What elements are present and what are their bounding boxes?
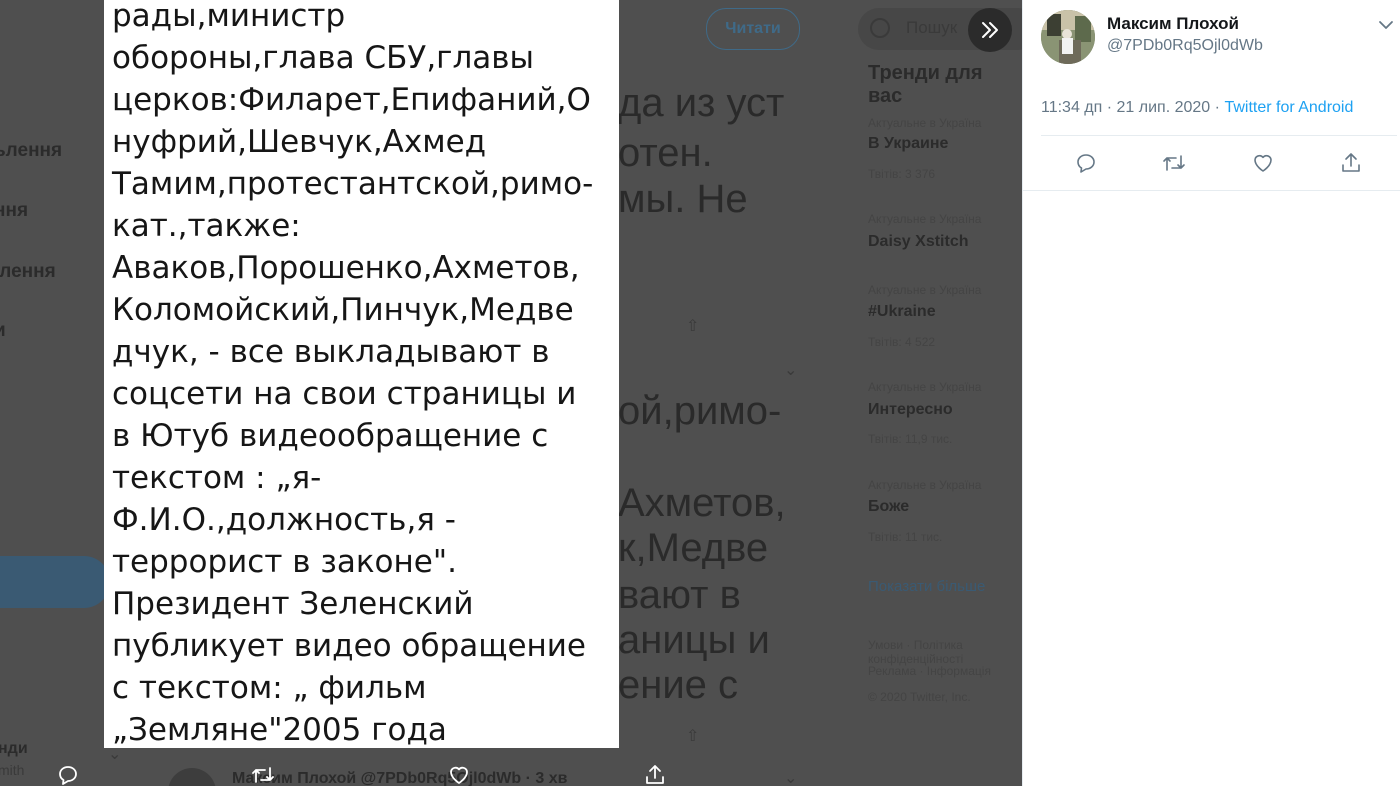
bg-share-icon: ⇧: [686, 316, 699, 336]
bg-chevron-down-icon: ⌄: [784, 768, 797, 786]
bg-follow-button: Читати: [706, 8, 800, 50]
bg-trend-count: Твітів: 11,9 тис.: [868, 432, 952, 446]
tweet-source-link[interactable]: Twitter for Android: [1224, 99, 1353, 116]
bg-search-placeholder: Пошук: [906, 18, 957, 38]
media-image[interactable]: рады,министробороны,глава СБУ,главыцерко…: [104, 0, 619, 748]
bg-nav-item: ілення: [0, 261, 56, 283]
bg-trend-meta: Актуальне в Україна: [868, 116, 981, 130]
bg-tweet-text-line: ение с: [618, 662, 738, 708]
tweet-date[interactable]: 21 лип. 2020: [1117, 99, 1211, 116]
author-name[interactable]: Максим Плохой: [1107, 14, 1239, 34]
bg-trends-title: Тренди для вас: [868, 62, 1022, 108]
bg-trend-name: #Ukraine: [868, 303, 936, 321]
separator: ·: [1215, 99, 1220, 116]
bg-account-name: нди: [0, 740, 28, 758]
bg-footer-line: Умови · Політика конфіденційності: [868, 638, 1022, 666]
media-text-line: публикует видео обращение: [112, 625, 619, 667]
media-text-line: „Земляне"2005 года: [112, 709, 619, 748]
tweet-detail-panel: Максим Плохой @7PDb0Rq5Ojl0dWb 11:34 дп …: [1022, 0, 1400, 786]
collapse-icon: [978, 18, 1002, 42]
bg-trend-name: Интересно: [868, 401, 953, 419]
bg-tweet-text-line: Ахметов,: [618, 480, 786, 526]
share-icon: [643, 763, 667, 787]
separator: ·: [1107, 99, 1112, 116]
media-text-line: дчук, - все выкладывают в: [112, 331, 619, 373]
bg-tweet-text-line: отен.: [618, 130, 713, 176]
chevron-down-icon: [1375, 14, 1397, 36]
bg-tweet-text-line: вают в: [618, 572, 741, 618]
bg-tweet-text-line: да из уст: [618, 80, 784, 126]
avatar[interactable]: [1041, 10, 1095, 64]
author-handle[interactable]: @7PDb0Rq5Ojl0dWb: [1107, 37, 1263, 55]
bg-trend-meta: Актуальне в Україна: [868, 478, 981, 492]
bg-nav-item: ьлення: [0, 140, 62, 162]
collapse-panel-button[interactable]: [968, 8, 1012, 52]
bg-nav-item: ння: [0, 200, 28, 222]
media-text-line: Ф.И.О.,должность,я -: [112, 499, 619, 541]
bg-avatar: [168, 768, 216, 786]
divider: [1023, 190, 1400, 191]
bg-trend-meta: Актуальне в Україна: [868, 380, 981, 394]
media-text-line: рады,министр: [112, 0, 619, 37]
bg-nav-item: и: [0, 320, 6, 342]
bg-tweet-button: [0, 556, 110, 608]
media-text-line: Аваков,Порошенко,Ахметов,: [112, 247, 619, 289]
bg-tweet-text-line: к,Медве: [618, 525, 768, 571]
media-text-line: нуфрий,Шевчук,Ахмед: [112, 121, 619, 163]
bg-footer-line: © 2020 Twitter, Inc.: [868, 690, 971, 704]
bg-trend-name: Боже: [868, 498, 909, 516]
bg-show-more-link: Показати більше: [868, 578, 985, 595]
media-text-line: соцсети на свои страницы и: [112, 373, 619, 415]
media-text-line: текстом : „я-: [112, 457, 619, 499]
bg-trend-count: Твітів: 3 376: [868, 167, 935, 181]
bg-tweet-text-line: ой,римо-: [618, 388, 781, 434]
bg-trend-count: Твітів: 11 тис.: [868, 530, 942, 544]
like-icon: [1251, 151, 1275, 175]
more-options-button[interactable]: [1375, 14, 1397, 36]
tweet-time[interactable]: 11:34 дп: [1041, 99, 1102, 116]
media-text-line: обороны,глава СБУ,главы: [112, 37, 619, 79]
reply-icon: [1074, 151, 1098, 175]
bg-trend-count: Твітів: 4 522: [868, 335, 935, 349]
bg-search-icon: [870, 18, 890, 38]
reply-icon: [56, 763, 80, 787]
bg-account-handle: mith: [0, 762, 24, 778]
bg-trend-meta: Актуальне в Україна: [868, 283, 981, 297]
share-icon: [1339, 151, 1363, 175]
bg-chevron-down-icon: ⌄: [784, 360, 797, 380]
media-text-line: в Ютуб видеообращение с: [112, 415, 619, 457]
bg-tweet-text-line: аницы и: [618, 617, 770, 663]
media-text-line: террорист в законе".: [112, 541, 619, 583]
like-button[interactable]: [1250, 150, 1276, 176]
avatar-photo: [1041, 10, 1095, 64]
media-text-block: рады,министробороны,глава СБУ,главыцерко…: [104, 0, 619, 748]
media-text-line: кат.,также:: [112, 205, 619, 247]
bg-share-icon: ⇧: [686, 726, 699, 746]
bg-trend-meta: Актуальне в Україна: [868, 212, 981, 226]
like-icon: [447, 763, 471, 787]
tweet-timestamp-row: 11:34 дп · 21 лип. 2020 · Twitter for An…: [1041, 99, 1353, 117]
bg-tweet-author: Максим Плохой @7PDb0Rq5Ojl0dWb · 3 хв: [232, 770, 567, 786]
bg-footer-line: Реклама · Інформація: [868, 664, 991, 678]
media-text-line: Тамим,протестантской,римо-: [112, 163, 619, 205]
media-text-line: с текстом: „ фильм: [112, 667, 619, 709]
share-button[interactable]: [1338, 150, 1364, 176]
retweet-icon: [250, 763, 276, 787]
media-text-line: Коломойский,Пинчук,Медве: [112, 289, 619, 331]
bg-trend-name: Daisy Xstitch: [868, 233, 968, 251]
media-text-line: Президент Зеленский: [112, 583, 619, 625]
bg-tweet-text-line: мы. Не: [618, 176, 748, 222]
retweet-icon: [1161, 151, 1187, 175]
divider: [1041, 135, 1397, 136]
retweet-button[interactable]: [1161, 150, 1187, 176]
reply-button[interactable]: [1073, 150, 1099, 176]
media-text-line: церков:Филарет,Епифаний,О: [112, 79, 619, 121]
bg-trend-name: В Украине: [868, 135, 948, 153]
